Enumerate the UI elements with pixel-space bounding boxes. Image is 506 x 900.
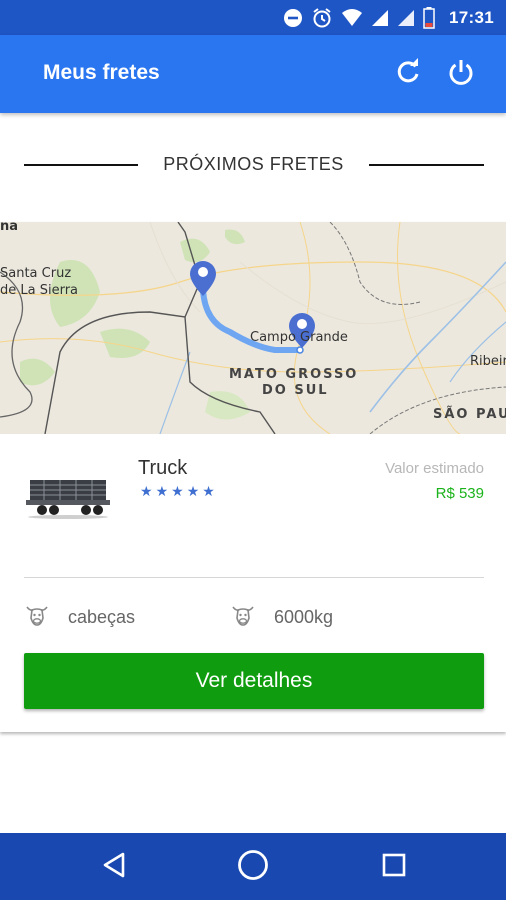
cow-icon bbox=[24, 602, 50, 633]
section-title: PRÓXIMOS FRETES bbox=[163, 154, 344, 174]
app-bar: Meus fretes bbox=[0, 35, 506, 113]
home-icon bbox=[236, 848, 270, 887]
map-label: DO SUL bbox=[262, 383, 329, 398]
status-bar: 17:31 bbox=[0, 0, 506, 35]
details-button[interactable]: Ver detalhes bbox=[24, 653, 484, 709]
back-icon bbox=[101, 851, 127, 884]
star-icon: ★ bbox=[140, 483, 153, 499]
status-icons: 17:31 bbox=[283, 6, 494, 30]
logout-button[interactable] bbox=[445, 58, 477, 90]
home-button[interactable] bbox=[236, 848, 270, 887]
map-canvas bbox=[0, 222, 506, 434]
weight-detail: 6000kg bbox=[230, 602, 333, 633]
map-label: Santa Cruz bbox=[0, 266, 72, 281]
map-label: na bbox=[0, 222, 19, 234]
divider bbox=[369, 164, 484, 166]
star-icon: ★ bbox=[186, 483, 200, 499]
back-button[interactable] bbox=[97, 850, 131, 884]
divider bbox=[24, 577, 484, 578]
map-label: SÃO PAU bbox=[433, 407, 506, 422]
estimate-label: Valor estimado bbox=[385, 460, 484, 477]
cargo-detail: cabeças bbox=[24, 602, 135, 633]
rating-stars: ★ ★ ★ ★ ★ bbox=[140, 484, 215, 498]
star-icon: ★ bbox=[155, 483, 169, 499]
signal-icon bbox=[397, 9, 415, 27]
wifi-icon bbox=[341, 8, 363, 28]
vehicle-name: Truck bbox=[138, 457, 188, 479]
status-time: 17:31 bbox=[449, 8, 494, 27]
divider bbox=[24, 164, 138, 166]
do-not-disturb-icon bbox=[283, 8, 303, 28]
route-map[interactable]: na Santa Cruz de La Sierra Campo Grande … bbox=[0, 222, 506, 434]
alarm-icon bbox=[311, 7, 333, 29]
map-label: Campo Grande bbox=[250, 330, 348, 345]
page-title: Meus fretes bbox=[43, 61, 160, 84]
truck-image bbox=[24, 472, 112, 520]
cargo-type: cabeças bbox=[68, 607, 136, 627]
freight-card: na Santa Cruz de La Sierra Campo Grande … bbox=[0, 222, 506, 732]
section-header: PRÓXIMOS FRETES bbox=[0, 148, 506, 184]
map-label: Ribeir bbox=[470, 354, 506, 369]
power-icon bbox=[447, 58, 475, 91]
recents-icon bbox=[381, 852, 407, 883]
star-icon: ★ bbox=[171, 483, 184, 499]
signal-icon bbox=[371, 9, 389, 27]
map-label: MATO GROSSO bbox=[229, 367, 359, 382]
battery-icon bbox=[423, 7, 435, 29]
recents-button[interactable] bbox=[377, 850, 411, 884]
star-icon: ★ bbox=[202, 483, 215, 499]
estimate-value: R$ 539 bbox=[435, 485, 484, 502]
navigation-bar bbox=[0, 833, 506, 900]
refresh-button[interactable] bbox=[392, 57, 424, 91]
cow-icon bbox=[230, 602, 256, 633]
cargo-weight: 6000kg bbox=[274, 607, 334, 627]
map-label: de La Sierra bbox=[0, 283, 79, 298]
refresh-icon bbox=[394, 57, 422, 91]
